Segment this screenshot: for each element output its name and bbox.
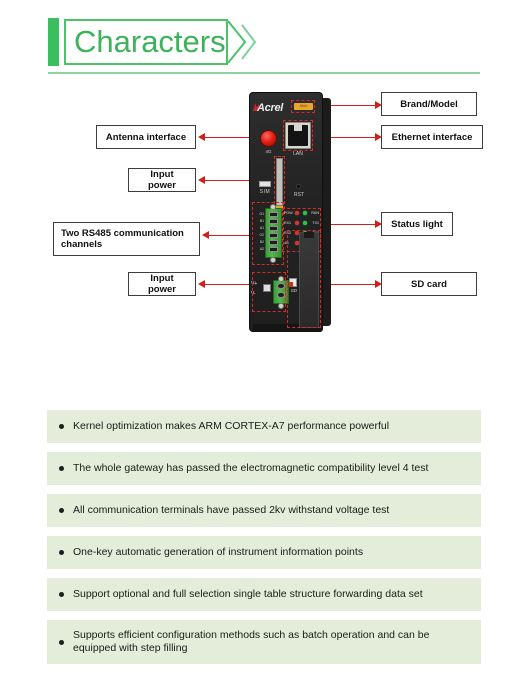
bullet-dot-icon <box>59 639 64 645</box>
dash-frame-rs485 <box>252 202 284 265</box>
chevron-right-icon-2 <box>240 19 262 65</box>
page-title: Characters <box>74 24 226 59</box>
list-item-text: Supports efficient configuration methods… <box>73 629 430 655</box>
arrowhead-input-power-bottom <box>198 280 205 288</box>
lan-port-label: LAN <box>293 151 303 157</box>
list-item-text: Kernel optimization makes ARM CORTEX-A7 … <box>73 419 390 432</box>
callout-ethernet-interface[interactable]: Ethernet interface <box>381 125 483 149</box>
dash-frame-brand <box>291 100 315 113</box>
callout-rs485-channels-label: Two RS485 communication channels <box>61 228 184 250</box>
bullet-dot-icon <box>59 424 64 429</box>
list-item: Kernel optimization makes ARM CORTEX-A7 … <box>47 410 481 443</box>
brand-name: Acrel <box>257 102 284 114</box>
callout-status-light-label: Status light <box>391 218 443 230</box>
arrowhead-antenna <box>198 133 205 141</box>
callout-rs485-channels[interactable]: Two RS485 communication channels <box>53 222 200 256</box>
bullet-dot-icon <box>59 550 64 555</box>
bullet-dot-icon <box>59 592 64 597</box>
callout-ethernet-interface-label: Ethernet interface <box>391 131 473 143</box>
callout-input-power-top-label: Input power <box>148 169 176 191</box>
callout-input-power-top[interactable]: Input power <box>128 168 196 192</box>
callout-status-light[interactable]: Status light <box>381 212 453 236</box>
device-diagram: Acrel ANet 4G LAN SIM RST POW RUN RX1 TX… <box>0 84 528 340</box>
callout-sd-card[interactable]: SD card <box>381 272 477 296</box>
acrel-gateway-device: Acrel ANet 4G LAN SIM RST POW RUN RX1 TX… <box>249 92 331 332</box>
dash-frame-ethernet <box>283 120 313 151</box>
antenna-port-label: 4G <box>265 149 272 154</box>
antenna-interface-port <box>260 130 277 147</box>
list-item-text: The whole gateway has passed the electro… <box>73 461 429 474</box>
callout-antenna-interface[interactable]: Antenna interface <box>96 125 196 149</box>
sim-slot-label: SIM <box>259 189 271 195</box>
callout-brand-model-label: Brand/Model <box>400 98 458 110</box>
feature-list: Kernel optimization makes ARM CORTEX-A7 … <box>47 410 481 673</box>
dash-frame-sd <box>287 230 321 328</box>
list-item: Support optional and full selection sing… <box>47 578 481 611</box>
dash-frame-power <box>252 272 286 312</box>
arrowhead-input-power-top <box>198 176 205 184</box>
header-divider <box>48 72 480 74</box>
list-item-text: One-key automatic generation of instrume… <box>73 545 364 558</box>
callout-input-power-bottom[interactable]: Input power <box>128 272 196 296</box>
list-item-text: All communication terminals have passed … <box>73 503 390 516</box>
bullet-dot-icon <box>59 466 64 471</box>
callout-input-power-bottom-label: Input power <box>148 273 176 295</box>
bullet-dot-icon <box>59 508 64 513</box>
reset-button[interactable] <box>296 184 301 189</box>
header-accent-bar <box>48 18 59 66</box>
callout-sd-card-label: SD card <box>411 278 447 290</box>
list-item: All communication terminals have passed … <box>47 494 481 527</box>
callout-brand-model[interactable]: Brand/Model <box>381 92 477 116</box>
callout-antenna-interface-label: Antenna interface <box>105 131 187 143</box>
arrowhead-rs485 <box>202 231 209 239</box>
list-item: One-key automatic generation of instrume… <box>47 536 481 569</box>
list-item: Supports efficient configuration methods… <box>47 620 481 665</box>
sim-slot <box>259 181 271 187</box>
list-item: The whole gateway has passed the electro… <box>47 452 481 485</box>
list-item-text: Support optional and full selection sing… <box>73 587 423 600</box>
page-header: Characters <box>0 0 528 80</box>
reset-button-label: RST <box>294 192 304 198</box>
